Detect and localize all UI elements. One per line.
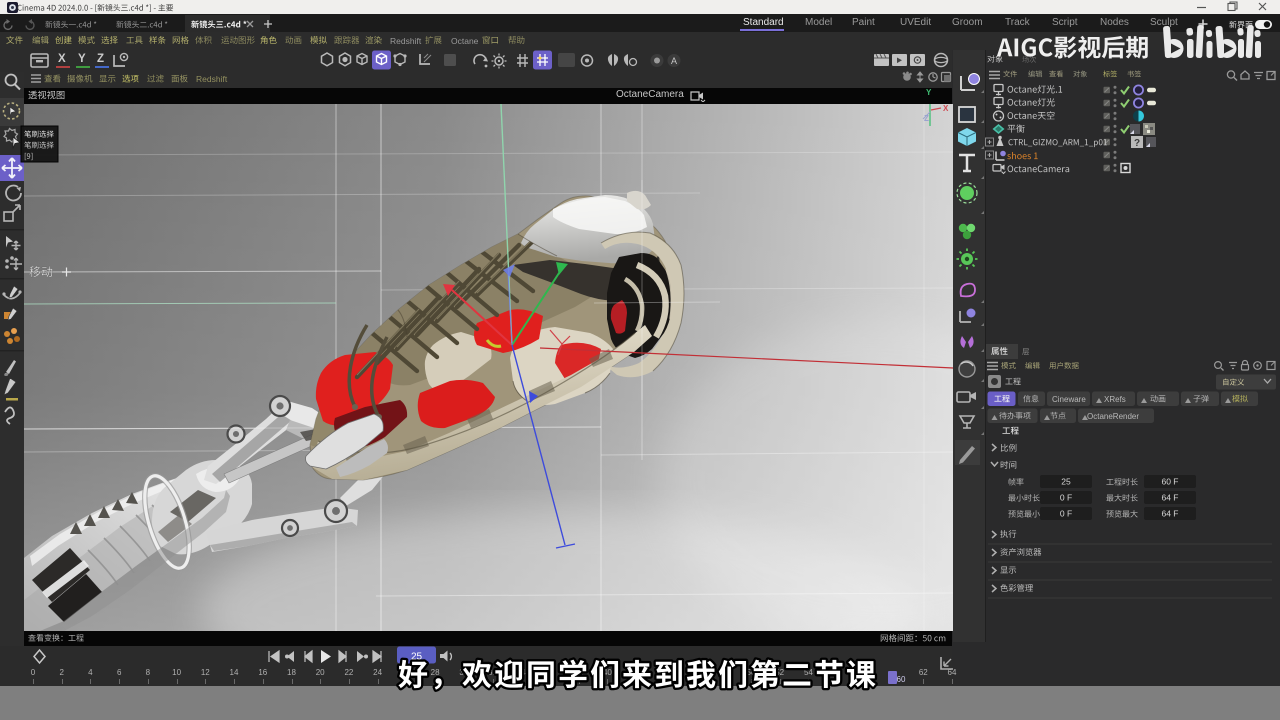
svg-text:X: X [943,104,949,113]
svg-text:Z: Z [924,114,929,123]
svg-text:60: 60 [897,675,906,684]
svg-text:0 F: 0 F [1060,493,1072,503]
svg-text:?: ? [1134,138,1140,149]
svg-text:Y: Y [926,88,932,97]
svg-text:XRefs: XRefs [1104,395,1126,404]
svg-text:60 F: 60 F [1161,477,1178,487]
svg-text:64 F: 64 F [1161,509,1178,519]
svg-text:0 F: 0 F [1060,509,1072,519]
svg-text:25: 25 [1061,477,1071,487]
svg-text:A: A [671,56,677,66]
svg-text:Cineware: Cineware [1052,395,1086,404]
svg-text:64 F: 64 F [1161,493,1178,503]
svg-text:OctaneRender: OctaneRender [1087,412,1139,421]
